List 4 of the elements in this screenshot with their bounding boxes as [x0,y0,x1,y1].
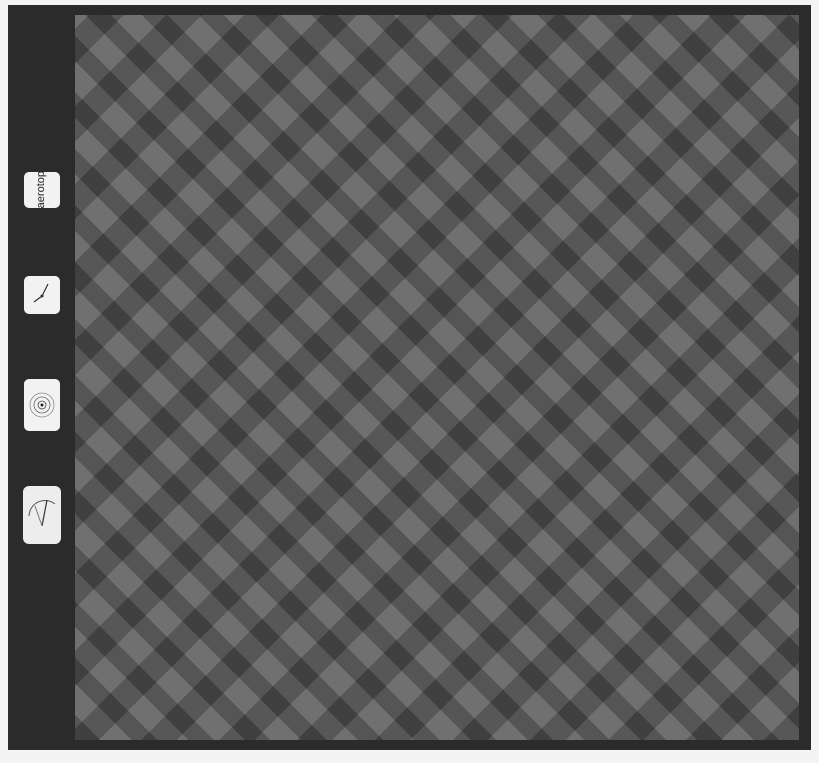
altimeter-gauge-icon [22,486,60,544]
label-text: aerotop [36,171,47,209]
clock-icon [24,276,60,314]
level-gauge-icon [24,379,60,431]
